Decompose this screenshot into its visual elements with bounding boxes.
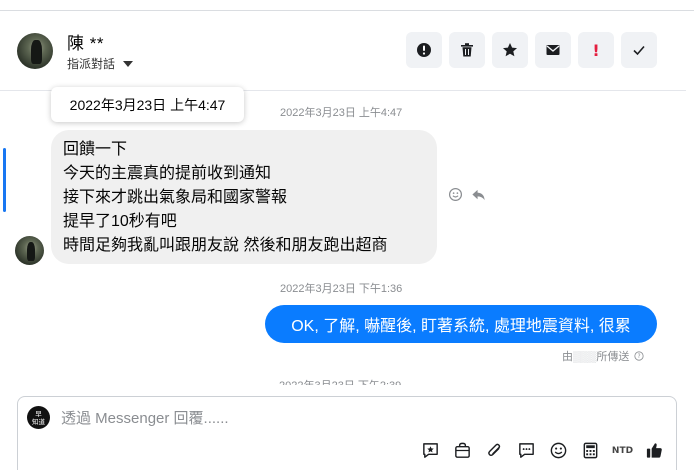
reply-icon[interactable] <box>471 187 486 202</box>
svg-text:?: ? <box>638 354 641 360</box>
message-timestamp: 2022年3月23日 上午4:47 <box>280 107 403 119</box>
message-line: 時間足夠我亂叫跟朋友說 然後和朋友跑出超商 <box>63 237 388 254</box>
thumbs-up-icon <box>646 443 662 458</box>
delete-button[interactable] <box>449 32 485 68</box>
caret-down-icon <box>123 60 134 67</box>
flag-important-button[interactable]: ! <box>578 32 614 68</box>
message-line: 接下來才跳出氣象局和國家警報 <box>63 189 288 206</box>
shopping-bag-icon <box>455 442 470 458</box>
mark-unread-button[interactable] <box>535 32 571 68</box>
emoji-button[interactable] <box>548 440 569 461</box>
selection-indicator <box>3 148 6 212</box>
chat-star-icon <box>423 443 438 458</box>
mark-done-button[interactable] <box>621 32 657 68</box>
currency-button[interactable]: NTD <box>612 440 633 461</box>
like-button[interactable] <box>644 440 665 461</box>
composer-toolbar: NTD <box>420 440 665 461</box>
incoming-message-bubble[interactable]: 回饋一下 今天的主震真的提前收到通知 接下來才跳出氣象局和國家警報 提早了10秒… <box>51 130 437 264</box>
message-timestamp: 2022年3月23日 下午2:39 <box>279 377 401 385</box>
saved-reply-button[interactable] <box>420 440 441 461</box>
trash-icon <box>461 43 473 57</box>
quick-reply-button[interactable] <box>516 440 537 461</box>
smiley-icon <box>550 442 567 459</box>
smiley-react-icon[interactable] <box>448 187 463 202</box>
check-icon <box>633 45 645 56</box>
help-icon[interactable]: ? <box>634 351 645 361</box>
reply-composer: 早 知道 NTD <box>17 396 677 470</box>
exclamation-icon: ! <box>592 40 600 60</box>
contact-avatar[interactable] <box>17 33 53 69</box>
envelope-icon <box>546 45 560 55</box>
page-avatar-line2: 知道 <box>32 417 45 426</box>
assign-conversation-dropdown[interactable]: 指派對話 <box>67 55 134 72</box>
sent-by-prefix: 由 <box>562 351 573 363</box>
message-line: 今天的主震真的提前收到通知 <box>63 165 272 182</box>
message-timestamp: 2022年3月23日 下午1:36 <box>280 283 403 295</box>
calculator-button[interactable] <box>580 440 601 461</box>
message-timestamp-partial: 2022年3月23日 下午2:39 <box>279 377 419 385</box>
conversation-actions: ! <box>406 32 657 68</box>
message-line: 回饋一下 <box>63 141 128 158</box>
sent-by-suffix: 所傳送 <box>596 351 630 363</box>
paperclip-icon <box>488 443 501 457</box>
message-tools <box>448 187 486 202</box>
timestamp-tooltip: 2022年3月23日 上午4:47 <box>51 87 244 122</box>
conversation-header: 陳 ** 指派對話 ! <box>0 11 686 91</box>
ntd-label: NTD <box>611 445 634 456</box>
message-line: 提早了10秒有吧 <box>63 213 177 230</box>
attach-button[interactable] <box>484 440 505 461</box>
page-avatar-line1: 早 <box>35 409 42 418</box>
star-button[interactable] <box>492 32 528 68</box>
page-avatar: 早 知道 <box>27 406 50 429</box>
contact-name[interactable]: 陳 ** <box>67 29 104 54</box>
shop-button[interactable] <box>452 440 473 461</box>
sent-by-label: 由▒▒▒所傳送 ? <box>562 348 645 364</box>
chat-bubble-icon <box>519 443 534 458</box>
sender-avatar[interactable] <box>15 236 44 265</box>
calculator-icon <box>583 442 598 459</box>
report-button[interactable] <box>406 32 442 68</box>
assign-label: 指派對話 <box>67 57 116 71</box>
reply-input[interactable] <box>61 410 601 427</box>
star-icon <box>503 43 517 57</box>
alert-circle-icon <box>417 43 431 57</box>
outgoing-message-bubble[interactable]: OK, 了解, 嚇醒後, 盯著系統, 處理地震資料, 很累 <box>265 305 657 343</box>
